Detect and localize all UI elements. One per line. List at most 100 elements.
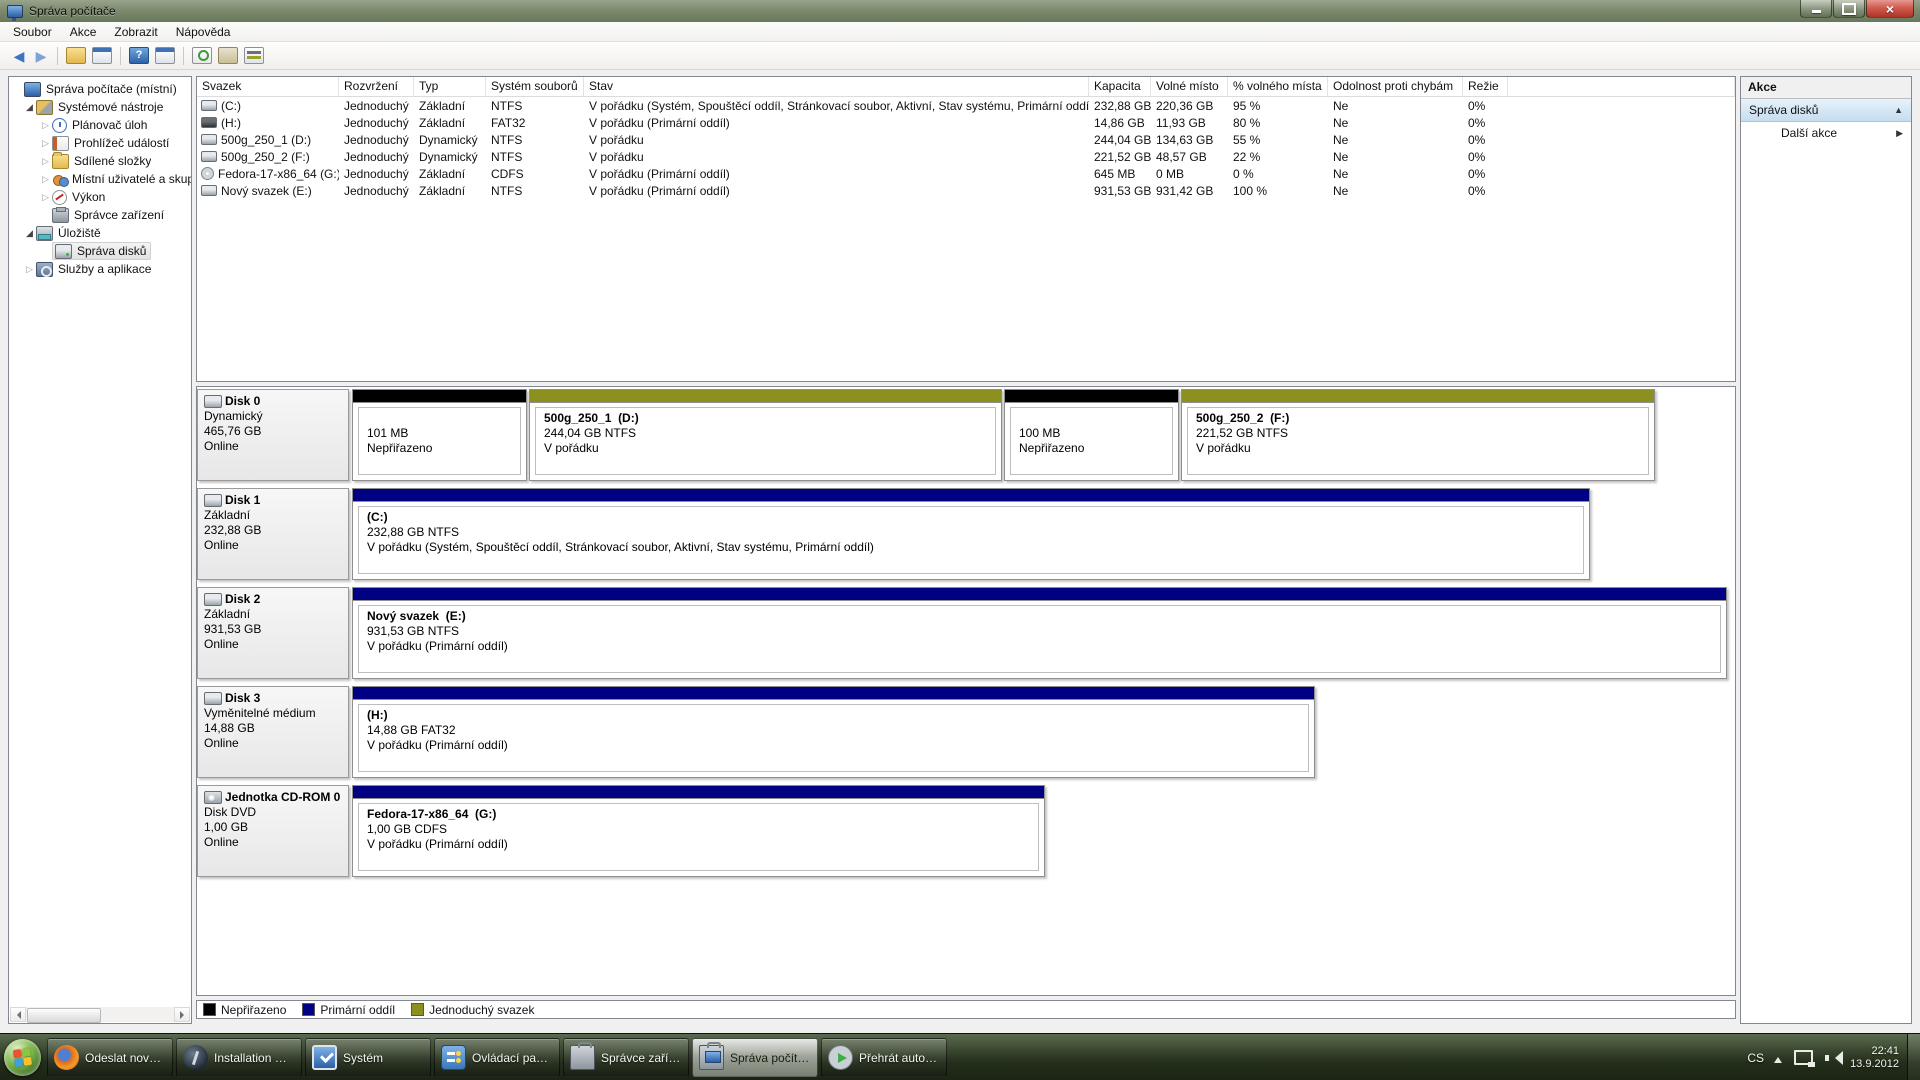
scroll-left-icon	[13, 1011, 21, 1019]
disk-view-options-icon[interactable]	[244, 47, 264, 64]
tree-item-shared-folders[interactable]: ▷ Sdílené složky	[9, 152, 191, 170]
scroll-right-button[interactable]	[174, 1007, 190, 1022]
expand-toggle-icon[interactable]: ▷	[39, 138, 52, 149]
scrollbar-track[interactable]	[101, 1007, 174, 1022]
taskbar-button-device-manager[interactable]: Správce zařízení	[563, 1038, 689, 1077]
column-header-free-pct[interactable]: % volného místa	[1228, 77, 1328, 96]
taskbar-button-computer-management[interactable]: Správa počítače	[692, 1038, 818, 1077]
actions-more-actions[interactable]: Další akce ▶	[1741, 122, 1911, 144]
forward-icon[interactable]: ▶	[30, 46, 52, 66]
taskbar-button-firefox[interactable]: Odeslat nové tém...	[47, 1038, 173, 1077]
close-button[interactable]: ×	[1866, 0, 1914, 18]
simple-volume-swatch	[411, 1003, 424, 1016]
partition-h[interactable]: (H:) 14,88 GB FAT32 V pořádku (Primární …	[352, 686, 1315, 778]
tree-item-storage[interactable]: ◢ Úložiště	[9, 224, 191, 242]
column-header-overhead[interactable]: Režie	[1463, 77, 1508, 96]
tree-item-device-manager[interactable]: Správce zařízení	[9, 206, 191, 224]
volume-row-h[interactable]: (H:) Jednoduchý Základní FAT32 V pořádku…	[197, 114, 1735, 131]
disk0-label[interactable]: Disk 0 Dynamický 465,76 GB Online	[197, 389, 349, 481]
menu-file[interactable]: Soubor	[4, 23, 61, 41]
help-icon[interactable]: ?	[129, 47, 149, 64]
disk-graph-pane: Disk 0 Dynamický 465,76 GB Online 101 MB…	[196, 386, 1736, 996]
tree-item-services[interactable]: ▷ Služby a aplikace	[9, 260, 191, 278]
taskbar-button-installation[interactable]: Installation Comp...	[176, 1038, 302, 1077]
app-icon	[7, 5, 23, 18]
taskbar-button-system[interactable]: Systém	[305, 1038, 431, 1077]
column-header-volume[interactable]: Svazek	[197, 77, 339, 96]
cdrom0-label[interactable]: Jednotka CD-ROM 0 Disk DVD 1,00 GB Onlin…	[197, 785, 349, 877]
taskbar-button-autoplay[interactable]: Přehrát automatic...	[821, 1038, 947, 1077]
tree-item-local-users[interactable]: ▷ Místní uživatelé a skupiny	[9, 170, 191, 188]
expand-toggle-icon[interactable]: ▷	[39, 174, 52, 185]
volume-row-f[interactable]: 500g_250_2 (F:) Jednoduchý Dynamický NTF…	[197, 148, 1735, 165]
menu-view[interactable]: Zobrazit	[105, 23, 166, 41]
language-indicator[interactable]: CS	[1747, 1051, 1764, 1065]
services-icon	[36, 262, 53, 277]
network-icon[interactable]	[1794, 1050, 1813, 1065]
taskbar-button-control-panel[interactable]: Ovládací panely	[434, 1038, 560, 1077]
show-hidden-icons-icon[interactable]	[1774, 1053, 1782, 1063]
show-console-tree-icon[interactable]	[66, 47, 86, 64]
column-header-layout[interactable]: Rozvržení	[339, 77, 414, 96]
tree-item-system-tools[interactable]: ◢ Systémové nástroje	[9, 98, 191, 116]
partition-e[interactable]: Nový svazek (E:) 931,53 GB NTFS V pořádk…	[352, 587, 1727, 679]
cd-icon	[201, 167, 214, 180]
disk1-row: Disk 1 Základní 232,88 GB Online (C:) 23…	[197, 488, 1590, 580]
column-header-capacity[interactable]: Kapacita	[1089, 77, 1151, 96]
column-header-fault-tolerance[interactable]: Odolnost proti chybám	[1328, 77, 1463, 96]
start-button[interactable]	[0, 1034, 44, 1080]
removable-disk-icon	[204, 692, 222, 705]
tree-item-performance[interactable]: ▷ Výkon	[9, 188, 191, 206]
event-viewer-icon	[52, 136, 69, 151]
tree-item-event-viewer[interactable]: ▷ Prohlížeč událostí	[9, 134, 191, 152]
collapse-chevron-icon[interactable]: ▲	[1894, 105, 1903, 115]
volume-row-c[interactable]: (C:) Jednoduchý Základní NTFS V pořádku …	[197, 97, 1735, 114]
tree-item-task-scheduler[interactable]: ▷ Plánovač úloh	[9, 116, 191, 134]
column-header-type[interactable]: Typ	[414, 77, 486, 96]
disk3-label[interactable]: Disk 3 Vyměnitelné médium 14,88 GB Onlin…	[197, 686, 349, 778]
partition-unallocated-1[interactable]: 101 MB Nepřiřazeno	[352, 389, 527, 481]
volume-row-g[interactable]: Fedora-17-x86_64 (G:) Jednoduchý Základn…	[197, 165, 1735, 182]
console-window-icon[interactable]	[92, 47, 112, 64]
expand-toggle-icon[interactable]: ▷	[39, 156, 52, 167]
column-header-filesystem[interactable]: Systém souborů	[486, 77, 584, 96]
actions-group-disk-management[interactable]: Správa disků ▲	[1741, 99, 1911, 122]
show-action-pane-icon[interactable]	[155, 47, 175, 64]
partition-f[interactable]: 500g_250_2 (F:) 221,52 GB NTFS V pořádku	[1181, 389, 1655, 481]
performance-icon	[52, 190, 67, 205]
volume-icon[interactable]	[1825, 1051, 1840, 1065]
partition-unallocated-2[interactable]: 100 MB Nepřiřazeno	[1004, 389, 1179, 481]
tree-item-disk-management[interactable]: Správa disků	[9, 242, 191, 260]
expand-toggle-icon[interactable]: ▷	[39, 120, 52, 131]
scrollbar-thumb[interactable]	[27, 1008, 101, 1023]
column-header-status[interactable]: Stav	[584, 77, 1089, 96]
minimize-button[interactable]	[1800, 0, 1832, 18]
collapse-toggle-icon[interactable]: ◢	[23, 102, 36, 113]
refresh-icon[interactable]	[192, 47, 212, 64]
expand-toggle-icon[interactable]: ▷	[39, 192, 52, 203]
disk1-label[interactable]: Disk 1 Základní 232,88 GB Online	[197, 488, 349, 580]
expand-toggle-icon[interactable]: ▷	[23, 264, 36, 275]
column-header-free[interactable]: Volné místo	[1151, 77, 1228, 96]
clock[interactable]: 22:41 13.9.2012	[1850, 1045, 1899, 1071]
partition-d[interactable]: 500g_250_1 (D:) 244,04 GB NTFS V pořádku	[529, 389, 1002, 481]
tree-horizontal-scrollbar[interactable]	[10, 1007, 190, 1022]
disk2-label[interactable]: Disk 2 Základní 931,53 GB Online	[197, 587, 349, 679]
back-icon[interactable]: ◀	[8, 46, 30, 66]
properties-icon[interactable]	[218, 47, 238, 64]
tree-item-computer-management[interactable]: Správa počítače (místní)	[9, 80, 191, 98]
volume-row-e[interactable]: Nový svazek (E:) Jednoduchý Základní NTF…	[197, 182, 1735, 199]
menu-help[interactable]: Nápověda	[167, 23, 240, 41]
menu-action[interactable]: Akce	[61, 23, 106, 41]
drive-icon	[201, 134, 217, 145]
scroll-left-button[interactable]	[10, 1007, 26, 1022]
collapse-toggle-icon[interactable]: ◢	[23, 228, 36, 239]
maximize-button[interactable]	[1833, 0, 1865, 18]
drive-icon	[201, 151, 217, 162]
show-desktop-button[interactable]	[1907, 1034, 1920, 1080]
partition-c[interactable]: (C:) 232,88 GB NTFS V pořádku (Systém, S…	[352, 488, 1590, 580]
volume-row-d[interactable]: 500g_250_1 (D:) Jednoduchý Dynamický NTF…	[197, 131, 1735, 148]
cd-drive-icon	[204, 791, 222, 804]
system-tray: CS 22:41 13.9.2012	[1747, 1034, 1920, 1080]
partition-g[interactable]: Fedora-17-x86_64 (G:) 1,00 GB CDFS V poř…	[352, 785, 1045, 877]
